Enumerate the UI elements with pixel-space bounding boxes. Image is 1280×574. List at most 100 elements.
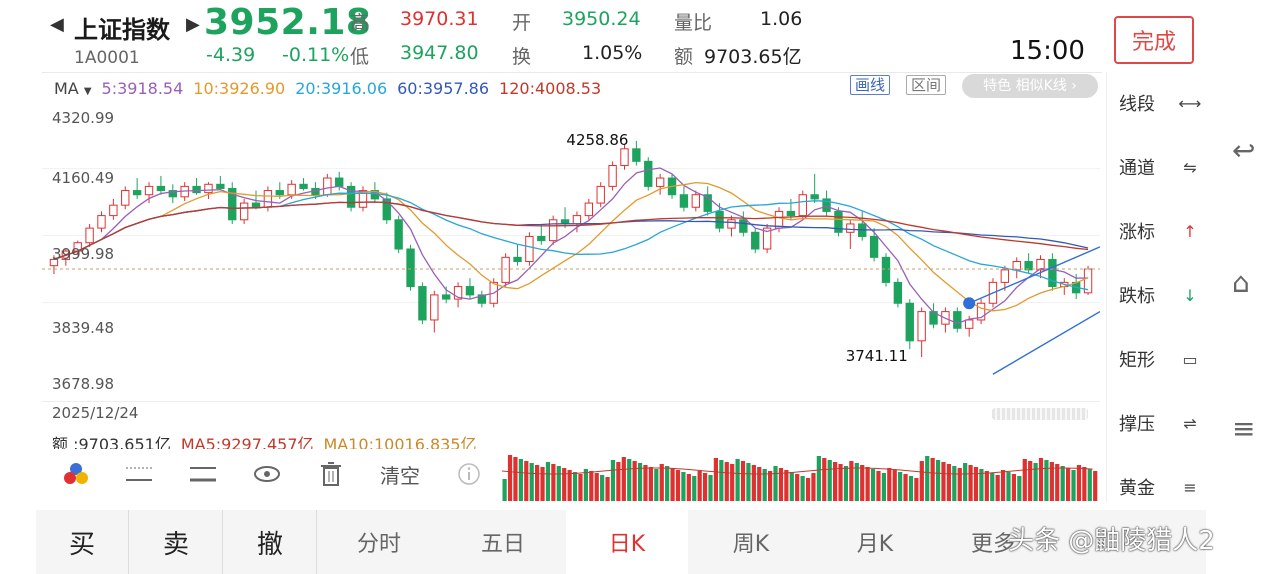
y-tick-label: 3839.48 bbox=[52, 319, 115, 337]
channel-upper-line[interactable] bbox=[968, 246, 1101, 304]
tab-4[interactable]: 五日 bbox=[442, 510, 564, 574]
volume-bar bbox=[827, 460, 832, 501]
volume-bar bbox=[627, 459, 632, 501]
volume-bar bbox=[654, 469, 659, 501]
system-nav: ↩ ⌂ ≡ bbox=[1210, 0, 1280, 574]
volume-bar bbox=[957, 468, 962, 501]
sidebar-tool-golden-ratio[interactable]: 黄金 ≡ bbox=[1119, 474, 1203, 500]
color-palette-icon[interactable] bbox=[56, 457, 96, 491]
volume-bar bbox=[632, 461, 637, 501]
line-width-glyph bbox=[190, 467, 216, 482]
volume-bar bbox=[535, 465, 540, 501]
tab-1[interactable]: 卖 bbox=[130, 510, 222, 574]
sidebar-tool-label: 撑压 bbox=[1119, 414, 1155, 435]
sidebar-tool-label: 黄金 bbox=[1119, 478, 1155, 499]
candle-body bbox=[132, 190, 142, 196]
info-icon[interactable] bbox=[454, 457, 484, 491]
sidebar-tool-label: 涨标 bbox=[1119, 222, 1155, 243]
channel-lower-line[interactable] bbox=[992, 311, 1101, 375]
volume-bar bbox=[692, 476, 697, 501]
sidebar-tool-fall-arrow[interactable]: 跌标 ↓ bbox=[1119, 282, 1203, 308]
y-tick-label: 3678.98 bbox=[52, 375, 115, 393]
volume-bar bbox=[1044, 460, 1049, 501]
volume-bar bbox=[849, 461, 854, 501]
done-button[interactable]: 完成 bbox=[1114, 16, 1194, 64]
candle-body bbox=[109, 204, 118, 217]
volume-bar bbox=[919, 461, 924, 501]
line-style-dotted-icon[interactable] bbox=[122, 457, 156, 491]
sidebar-tool-rise-arrow[interactable]: 涨标 ↑ bbox=[1119, 218, 1203, 244]
volume-bar bbox=[540, 467, 545, 501]
volume-bar bbox=[773, 466, 778, 501]
tab-6[interactable]: 周K bbox=[690, 510, 812, 574]
candle-body bbox=[798, 194, 807, 217]
sidebar-tool-line-segment[interactable]: 线段 ⟷ bbox=[1119, 90, 1203, 116]
ma-line bbox=[53, 192, 1089, 291]
candle-body bbox=[323, 177, 332, 196]
channel-anchor-handle[interactable] bbox=[963, 297, 976, 310]
candle-body bbox=[418, 286, 427, 321]
sidebar-tool-rectangle[interactable]: 矩形 ▭ bbox=[1119, 346, 1203, 372]
volume-bar bbox=[502, 479, 507, 501]
candlestick-chart[interactable]: 4258.86 3741.11 4320.99 4160.49 3999.98 3… bbox=[42, 103, 1101, 403]
volume-bar bbox=[876, 471, 881, 501]
volume-bar bbox=[1087, 469, 1092, 501]
clear-drawings-button[interactable]: 清空 bbox=[374, 457, 426, 491]
candle-body bbox=[144, 185, 154, 196]
candle-body bbox=[715, 210, 724, 229]
home-icon[interactable]: ⌂ bbox=[1232, 266, 1250, 299]
y-tick-label: 4160.49 bbox=[52, 169, 115, 187]
volume-bar bbox=[616, 462, 621, 501]
sidebar-tool-label: 线段 bbox=[1119, 94, 1155, 115]
volume-bar bbox=[545, 462, 551, 501]
draw-line-button[interactable]: 画线 bbox=[850, 75, 891, 95]
chart-scroll-handle[interactable] bbox=[992, 408, 1088, 420]
volume-bar bbox=[513, 457, 518, 501]
sidebar-tool-channel[interactable]: 通道 ⇋ bbox=[1119, 154, 1203, 180]
volume-bar bbox=[968, 465, 973, 501]
candle-body bbox=[97, 215, 106, 229]
sidebar-tool-label: 跌标 bbox=[1119, 286, 1155, 307]
volume-bar bbox=[865, 467, 870, 501]
candle-body bbox=[263, 190, 273, 208]
line-width-icon[interactable] bbox=[186, 457, 220, 491]
tab-7[interactable]: 月K bbox=[814, 510, 936, 574]
tab-0[interactable]: 买 bbox=[36, 510, 128, 574]
prev-stock-arrow-icon[interactable]: ◀ bbox=[50, 14, 64, 35]
volume-bar bbox=[854, 463, 859, 501]
volume-bar bbox=[789, 472, 794, 501]
visibility-eye-icon[interactable] bbox=[250, 457, 284, 491]
tab-2[interactable]: 撤 bbox=[224, 510, 316, 574]
tab-5[interactable]: 日K bbox=[566, 510, 688, 574]
amount-label: 额 bbox=[674, 46, 694, 68]
tab-3[interactable]: 分时 bbox=[318, 510, 440, 574]
candle-body bbox=[465, 286, 475, 296]
drawing-tool-sidebar: 线段 ⟷ 通道 ⇋ 涨标 ↑ 跌标 ↓ 矩形 ▭ 撑压 ⇌ 黄金 ≡ bbox=[1106, 72, 1204, 502]
ma-selector[interactable]: MA ▼ bbox=[54, 79, 92, 98]
last-price: 3952.18 bbox=[204, 2, 372, 43]
volume-bar bbox=[1055, 464, 1060, 501]
volume-bar bbox=[805, 478, 811, 501]
volume-bar bbox=[925, 456, 930, 501]
candle-body bbox=[430, 294, 439, 321]
watermark-text: 头条 @鼬陵猎人2 bbox=[1008, 526, 1215, 556]
volume-bar bbox=[795, 474, 800, 501]
volume-bar bbox=[713, 458, 719, 501]
menu-icon[interactable]: ≡ bbox=[1232, 412, 1255, 445]
next-stock-arrow-icon[interactable]: ▶ bbox=[186, 14, 200, 35]
sidebar-tool-support-resistance[interactable]: 撑压 ⇌ bbox=[1119, 410, 1203, 436]
volume-bar bbox=[1006, 472, 1011, 501]
line-style-dotted-glyph bbox=[126, 467, 152, 481]
volume-bar bbox=[833, 462, 838, 501]
candle-body bbox=[275, 190, 284, 196]
index-name: 上证指数 bbox=[74, 16, 170, 44]
back-icon[interactable]: ↩ bbox=[1232, 134, 1255, 167]
range-button[interactable]: 区间 bbox=[906, 75, 947, 95]
similar-kline-button[interactable]: 特色 相似K线 › bbox=[962, 74, 1098, 98]
volume-bar bbox=[1011, 474, 1017, 501]
turnover-label: 换 bbox=[512, 46, 532, 68]
volume-bar bbox=[648, 467, 654, 501]
candle-body bbox=[655, 177, 665, 187]
delete-trash-icon[interactable] bbox=[314, 457, 348, 491]
volume-bar bbox=[621, 457, 626, 501]
